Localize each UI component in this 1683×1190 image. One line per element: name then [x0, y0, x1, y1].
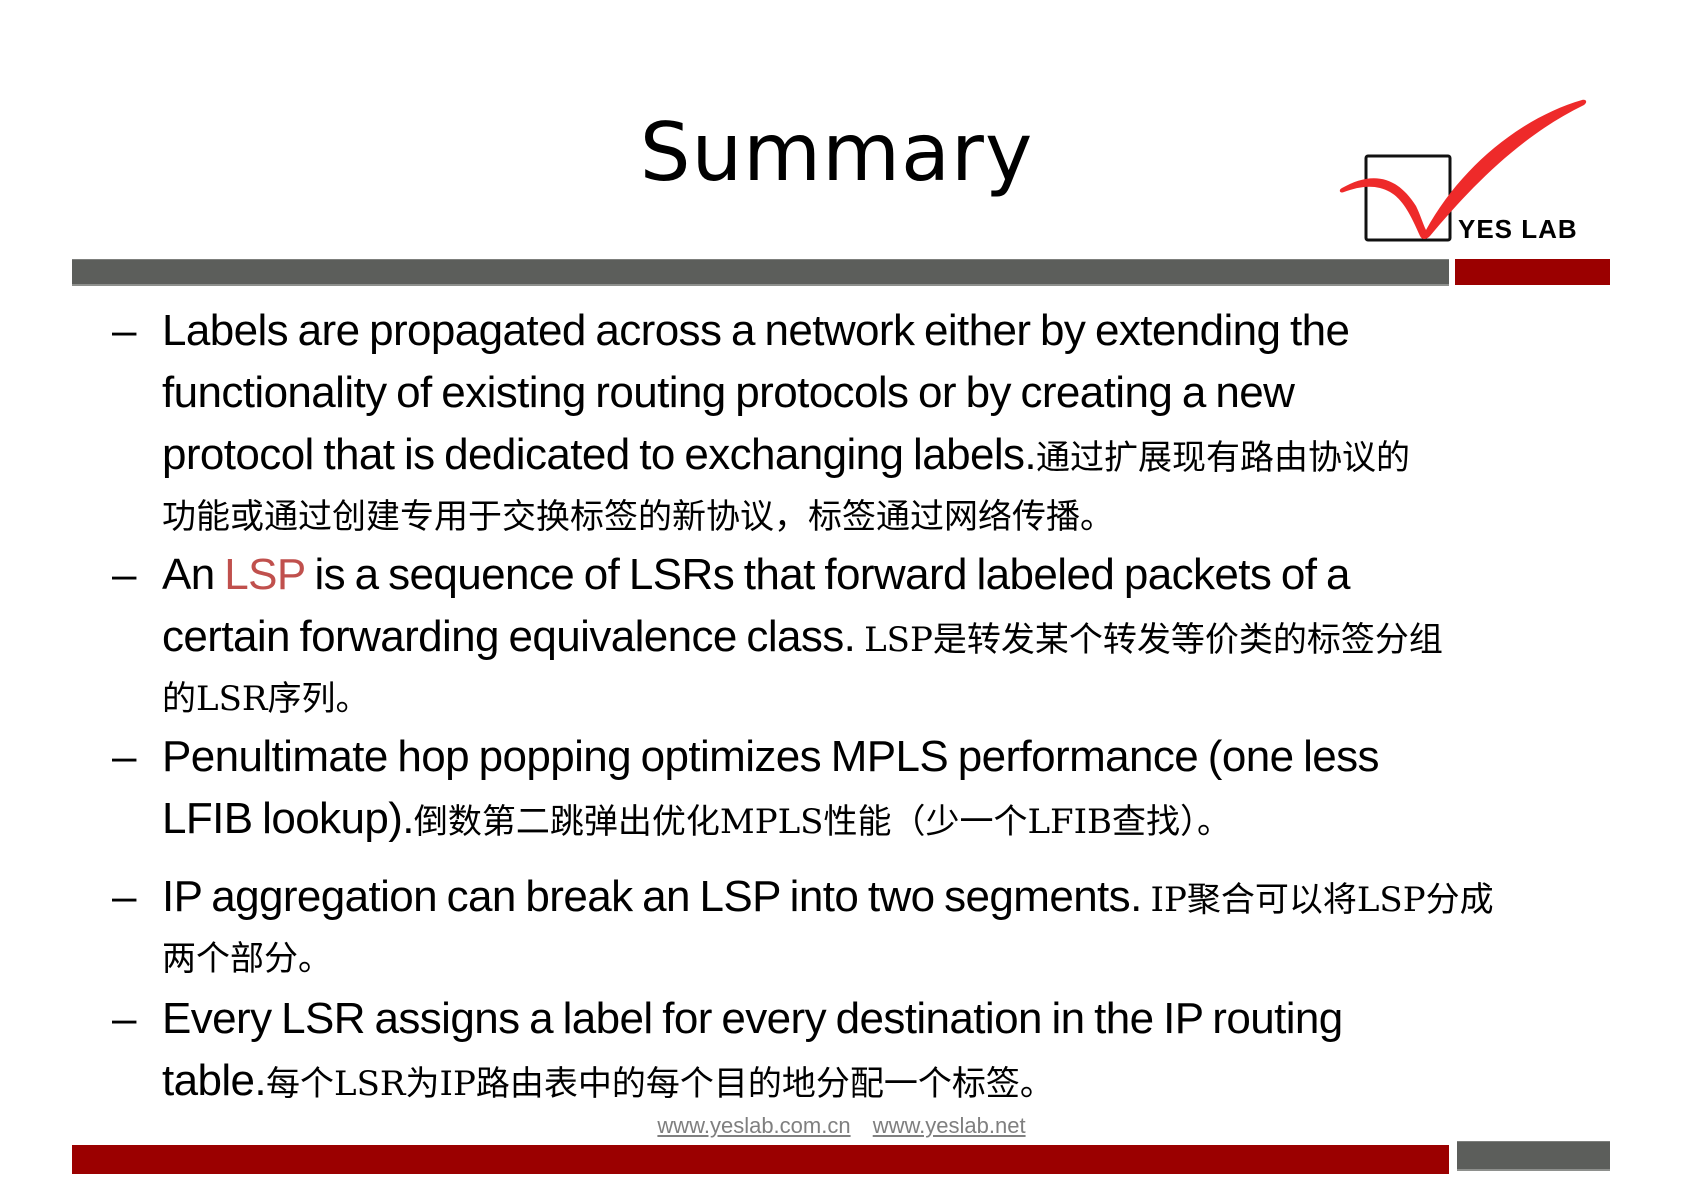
bullet-cn-line: 两个部分。 [162, 939, 332, 979]
footer-divider-red [72, 1145, 1449, 1174]
bullet-cn-text: 倒数第二跳弹出优化MPLS性能（少一个LFIB查找）。 [413, 802, 1232, 842]
bullet-line: Every LSR assigns a label for every dest… [162, 994, 1343, 1043]
bullet-cn-text: LSP是转发某个转发等价类的标签分组 [855, 620, 1443, 660]
footer-link-yeslab-net[interactable]: www.yeslab.net [873, 1113, 1026, 1138]
bullet-en-text: IP aggregation can break an LSP into two… [162, 872, 1142, 921]
bullet-line: protocol that is dedicated to exchanging… [162, 424, 1602, 489]
bullet-line: certain forwarding equivalence class. LS… [162, 606, 1602, 671]
bullet-cn-text: 每个LSR为IP路由表中的每个目的地分配一个标签。 [266, 1064, 1054, 1104]
bullet-line: An LSP is a sequence of LSRs that forwar… [162, 544, 1602, 606]
footer-link-yeslab-cn[interactable]: www.yeslab.com.cn [657, 1113, 850, 1138]
header-divider-gray [72, 259, 1449, 286]
bullet-text: Labels are propagated across a network e… [162, 300, 1602, 545]
bullet-text-prefix: An [162, 550, 225, 599]
bullet-line: functionality of existing routing protoc… [162, 368, 1295, 417]
bullet-en-text: table. [162, 1056, 267, 1105]
bullet-marker: – [112, 550, 137, 599]
footer-links: www.yeslab.com.cn www.yeslab.net [0, 1113, 1683, 1139]
bullet-text-suffix: is a sequence of LSRs that forward label… [304, 550, 1350, 599]
bullet-en-text: protocol that is dedicated to exchanging… [162, 430, 1037, 479]
logo-text: YES LAB [1458, 214, 1578, 244]
bullet-cn-text: 通过扩展现有路由协议的 [1036, 438, 1411, 478]
bullet-en-text: certain forwarding equivalence class. [162, 612, 856, 661]
footer-divider-gray [1457, 1141, 1610, 1171]
bullet-marker: – [112, 872, 137, 921]
bullet-marker: – [112, 732, 137, 781]
bullet-line: Penultimate hop popping optimizes MPLS p… [162, 732, 1380, 781]
bullet-line: Labels are propagated across a network e… [162, 306, 1350, 355]
bullet-line: table.每个LSR为IP路由表中的每个目的地分配一个标签。 [162, 1050, 1602, 1115]
bullet-marker: – [112, 306, 137, 355]
bullet-line: IP aggregation can break an LSP into two… [162, 866, 1602, 931]
bullet-en-text: LFIB lookup). [162, 794, 414, 843]
header-divider-red [1455, 259, 1610, 285]
bullet-text: IP aggregation can break an LSP into two… [162, 866, 1602, 987]
bullet-cn-text: IP聚合可以将LSP分成 [1141, 880, 1494, 920]
bullet-cn-line: 的LSR序列。 [162, 679, 370, 719]
bullet-text: An LSP is a sequence of LSRs that forwar… [162, 544, 1602, 727]
bullet-line: LFIB lookup).倒数第二跳弹出优化MPLS性能（少一个LFIB查找）。 [162, 788, 1602, 853]
bullet-text: Penultimate hop popping optimizes MPLS p… [162, 726, 1602, 853]
bullet-text: Every LSR assigns a label for every dest… [162, 988, 1602, 1115]
bullet-cn-line: 功能或通过创建专用于交换标签的新协议，标签通过网络传播。 [162, 497, 1114, 537]
bullet-marker: – [112, 994, 137, 1043]
lsp-highlight: LSP [224, 550, 305, 599]
